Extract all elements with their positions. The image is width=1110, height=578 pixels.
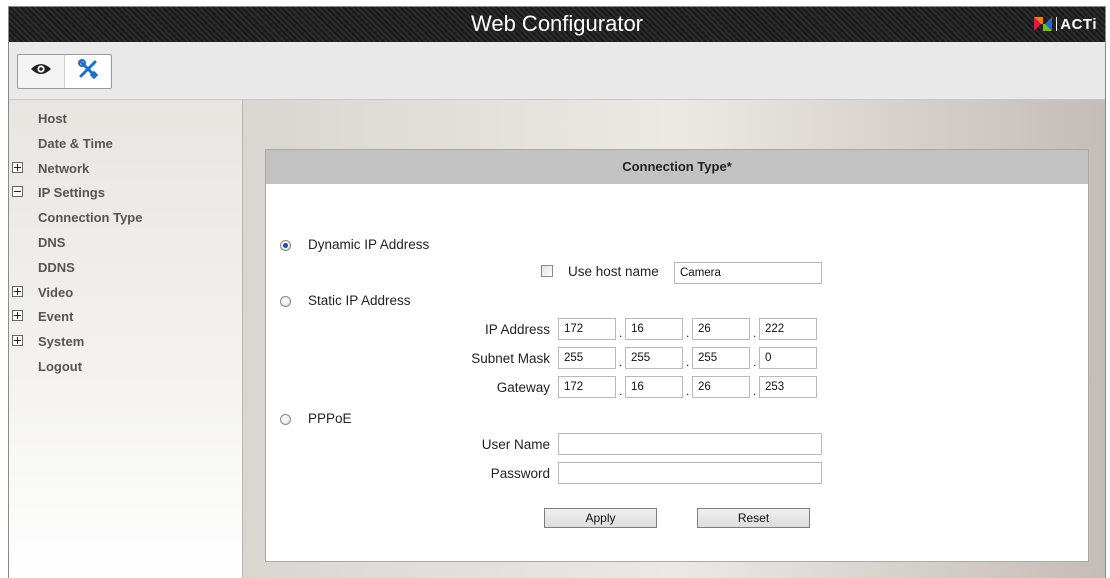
sidebar-item-label: DDNS bbox=[38, 259, 75, 275]
static-ip-radio[interactable] bbox=[280, 296, 291, 307]
pppoe-radio[interactable] bbox=[280, 414, 291, 425]
app-title: Web Configurator bbox=[470, 11, 643, 36]
password-label: Password bbox=[490, 466, 550, 481]
connection-type-panel: Connection Type* Dynamic IP Address Use … bbox=[265, 149, 1089, 562]
sidebar-item-label: Connection Type bbox=[38, 210, 143, 226]
app-window: Web Configurator ACTi Host Date & Time N… bbox=[8, 6, 1106, 578]
live-view-button[interactable] bbox=[18, 55, 64, 88]
subnet-mask-label: Subnet Mask bbox=[471, 351, 550, 366]
octet-separator: . bbox=[619, 384, 623, 398]
acti-logo-icon bbox=[1034, 17, 1053, 31]
static-ip-label: Static IP Address bbox=[308, 293, 411, 308]
setup-button[interactable] bbox=[64, 55, 110, 88]
sidebar-item-label: Event bbox=[38, 309, 74, 325]
sidebar: Host Date & Time Network IP Settings Con… bbox=[9, 100, 243, 578]
logo-text: ACTi bbox=[1060, 15, 1097, 33]
pppoe-label: PPPoE bbox=[308, 411, 352, 426]
gateway-octet-2[interactable] bbox=[625, 376, 683, 398]
dynamic-ip-label: Dynamic IP Address bbox=[308, 237, 430, 252]
octet-separator: . bbox=[686, 384, 690, 398]
view-mode-switch bbox=[17, 54, 112, 89]
toolbar bbox=[9, 42, 1105, 100]
octet-separator: . bbox=[686, 326, 690, 340]
expand-icon[interactable] bbox=[12, 335, 23, 347]
ip-address-label: IP Address bbox=[484, 322, 550, 337]
octet-separator: . bbox=[753, 384, 757, 398]
sidebar-item-label: Network bbox=[38, 160, 90, 176]
expand-icon[interactable] bbox=[12, 310, 23, 322]
subnet-mask-octet-3[interactable] bbox=[692, 347, 750, 369]
title-bar: Web Configurator ACTi bbox=[9, 7, 1105, 42]
expand-icon[interactable] bbox=[12, 285, 23, 297]
apply-button[interactable]: Apply bbox=[544, 508, 657, 528]
gateway-octet-3[interactable] bbox=[692, 376, 750, 398]
sidebar-item-label: DNS bbox=[38, 234, 66, 250]
gateway-octet-4[interactable] bbox=[759, 376, 817, 398]
sidebar-nav: Host Date & Time Network IP Settings Con… bbox=[9, 106, 242, 387]
sidebar-item-label: Logout bbox=[38, 358, 83, 374]
octet-separator: . bbox=[619, 326, 623, 340]
subnet-mask-octet-2[interactable] bbox=[625, 347, 683, 369]
host-name-input[interactable] bbox=[674, 262, 822, 284]
dynamic-ip-radio[interactable] bbox=[280, 240, 291, 251]
ip-address-octet-1[interactable] bbox=[558, 318, 616, 340]
tools-icon bbox=[77, 58, 99, 85]
main-content: Connection Type* Dynamic IP Address Use … bbox=[243, 100, 1105, 578]
user-name-label: User Name bbox=[481, 437, 550, 452]
password-input[interactable] bbox=[558, 462, 822, 484]
sidebar-item-label: Host bbox=[38, 111, 67, 126]
octet-separator: . bbox=[619, 355, 623, 369]
sidebar-item-label: System bbox=[38, 334, 85, 350]
subnet-mask-octet-1[interactable] bbox=[558, 347, 616, 369]
sidebar-item-logout[interactable]: Logout bbox=[9, 359, 242, 387]
ip-address-octet-2[interactable] bbox=[625, 318, 683, 340]
ip-address-octet-3[interactable] bbox=[692, 318, 750, 340]
acti-logo: ACTi bbox=[1034, 15, 1097, 33]
sidebar-item-label: Date & Time bbox=[38, 135, 113, 151]
expand-icon[interactable] bbox=[12, 161, 23, 173]
octet-separator: . bbox=[753, 326, 757, 340]
sidebar-item-label: Video bbox=[38, 284, 74, 300]
sidebar-item-label: IP Settings bbox=[38, 185, 105, 201]
octet-separator: . bbox=[753, 355, 757, 369]
subnet-mask-octet-4[interactable] bbox=[759, 347, 817, 369]
user-name-input[interactable] bbox=[558, 433, 822, 455]
reset-button[interactable]: Reset bbox=[697, 508, 810, 528]
logo-separator bbox=[1056, 17, 1058, 31]
use-host-name-checkbox[interactable] bbox=[541, 265, 553, 277]
gateway-octet-1[interactable] bbox=[558, 376, 616, 398]
eye-icon bbox=[30, 62, 52, 81]
collapse-icon[interactable] bbox=[12, 186, 23, 198]
use-host-name-label: Use host name bbox=[568, 264, 659, 279]
panel-title: Connection Type* bbox=[266, 150, 1088, 184]
ip-address-octet-4[interactable] bbox=[759, 318, 817, 340]
gateway-label: Gateway bbox=[496, 380, 550, 395]
octet-separator: . bbox=[686, 355, 690, 369]
